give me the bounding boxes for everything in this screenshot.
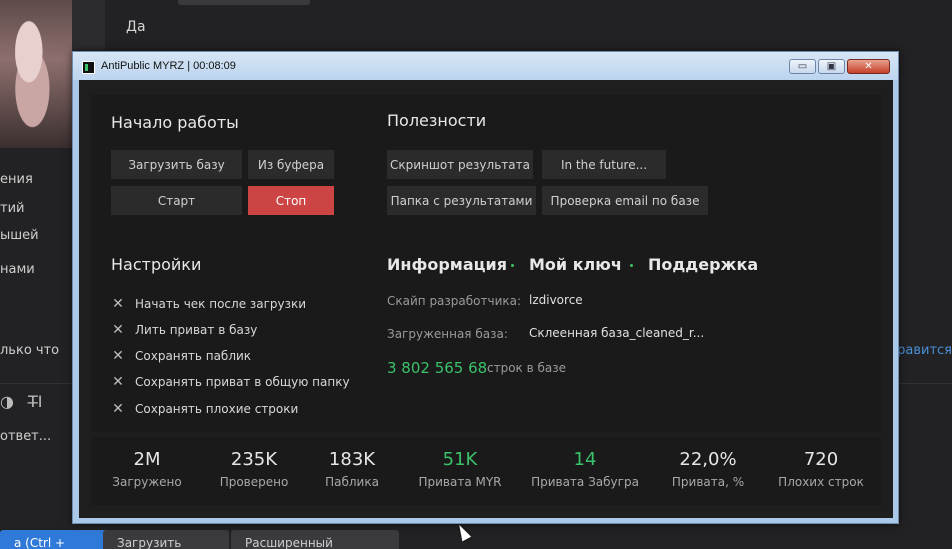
main-panel: Начало работы Загрузить базу Из буфера С…	[91, 95, 881, 432]
side-text-1[interactable]: ения	[0, 172, 33, 187]
forum-avatar	[0, 0, 72, 148]
option-private-to-base[interactable]: ✕ Лить приват в базу	[109, 322, 257, 338]
dev-skype-value: lzdivorce	[529, 293, 583, 307]
cross-icon: ✕	[112, 401, 124, 417]
stat-label: Паблика	[325, 475, 379, 489]
stat-bad-lines: 720 Плохих строк	[778, 449, 864, 489]
results-folder-button[interactable]: Папка с результатами	[387, 186, 536, 215]
stop-button[interactable]: Стоп	[248, 186, 334, 215]
tab-separator-dot	[630, 264, 633, 267]
cross-icon: ✕	[112, 348, 124, 364]
start-heading: Начало работы	[111, 113, 239, 132]
stats-bar: 2M Загружено 235K Проверено 183K Паблика 51…	[91, 437, 881, 505]
stat-loaded: 2M Загружено	[112, 449, 181, 489]
option-label: Сохранять приват в общую папку	[135, 375, 350, 389]
forum-top-bar	[178, 0, 310, 5]
stat-value: 235K	[230, 449, 278, 470]
option-start-check[interactable]: ✕ Начать чек после загрузки	[109, 296, 306, 312]
stat-checked: 235K Проверено	[220, 449, 289, 489]
side-text-3[interactable]: ышей	[0, 228, 39, 243]
option-label: Сохранять паблик	[135, 349, 252, 363]
load-base-button[interactable]: Загрузить базу	[111, 150, 242, 179]
from-clipboard-button[interactable]: Из буфера	[248, 150, 334, 179]
stat-public: 183K Паблика	[325, 449, 379, 489]
utils-heading: Полезности	[387, 111, 487, 130]
close-button[interactable]: ✕	[847, 59, 890, 74]
stat-label: Загружено	[112, 475, 182, 489]
reply-input[interactable]: ответ...	[0, 429, 51, 444]
dev-skype-label: Скайп разработчика:	[387, 294, 522, 308]
stat-value: 51K	[442, 449, 478, 470]
option-label: Лить приват в базу	[135, 323, 258, 337]
stat-value: 22,0%	[679, 449, 737, 470]
window-title: AntiPublic MYRZ | 00:08:09	[101, 60, 236, 72]
side-text-2[interactable]: тий	[0, 201, 24, 216]
recent-activity-text: лько что	[0, 343, 60, 358]
option-save-bad-lines[interactable]: ✕ Сохранять плохие строки	[109, 401, 298, 417]
start-button[interactable]: Старт	[111, 186, 242, 215]
option-label: Начать чек после загрузки	[135, 297, 307, 311]
minimize-button[interactable]: ▭	[789, 59, 816, 74]
mouse-cursor	[454, 522, 472, 542]
tab-info[interactable]: Информация	[387, 255, 507, 274]
text-format-icon[interactable]: T̶I	[28, 392, 43, 411]
upload-file-button[interactable]: Загрузить файл	[103, 530, 229, 549]
send-button[interactable]: а (Ctrl + Enter)	[0, 530, 110, 549]
window-controls: ▭ ▣ ✕	[789, 59, 890, 74]
window-titlebar[interactable]: AntiPublic MYRZ | 00:08:09 ▭ ▣ ✕	[73, 52, 898, 80]
like-link[interactable]: равится	[897, 343, 952, 358]
window-client: Начало работы Загрузить базу Из буфера С…	[79, 80, 893, 518]
stat-value: 720	[803, 449, 839, 470]
app-icon	[82, 61, 95, 74]
maximize-button[interactable]: ▣	[818, 59, 845, 74]
close-icon: ✕	[864, 61, 873, 72]
tab-separator-dot	[511, 264, 514, 267]
forum-message-text: Да	[126, 19, 146, 35]
side-text-4[interactable]: нами	[0, 262, 35, 277]
loaded-base-label: Загруженная база:	[387, 327, 508, 341]
stat-private-foreign: 14 Привата Забугра	[531, 449, 639, 489]
stat-label: Привата MYR	[418, 475, 502, 489]
cross-icon: ✕	[112, 322, 124, 338]
editor-toolbar: ◑ T̶I	[0, 392, 56, 411]
loaded-base-value: Склеенная база_cleaned_r...	[529, 326, 705, 340]
stat-label: Плохих строк	[778, 475, 864, 489]
stat-private-myr: 51K Привата MYR	[418, 449, 501, 489]
maximize-icon: ▣	[826, 61, 837, 72]
line-count: 3 802 565 68	[387, 359, 488, 377]
settings-heading: Настройки	[111, 255, 202, 274]
app-window: AntiPublic MYRZ | 00:08:09 ▭ ▣ ✕ Начало …	[72, 51, 899, 524]
line-count-suffix: строк в базе	[487, 361, 567, 375]
screenshot-button[interactable]: Скриншот результата	[387, 150, 533, 179]
stat-label: Привата, %	[671, 475, 745, 489]
minimize-icon: ▭	[797, 61, 808, 72]
extended-mode-button[interactable]: Расширенный режим...	[231, 530, 399, 549]
stat-label: Привата Забугра	[531, 475, 639, 489]
tab-support[interactable]: Поддержка	[648, 255, 758, 274]
contrast-icon[interactable]: ◑	[0, 392, 14, 411]
cross-icon: ✕	[112, 374, 124, 390]
stat-label: Проверено	[219, 475, 289, 489]
avatar-frame	[72, 0, 105, 50]
stat-value: 2M	[133, 449, 161, 470]
option-save-private-common[interactable]: ✕ Сохранять приват в общую папку	[109, 374, 350, 390]
stat-value: 14	[573, 449, 597, 470]
stat-value: 183K	[328, 449, 376, 470]
cross-icon: ✕	[112, 296, 124, 312]
option-save-public[interactable]: ✕ Сохранять паблик	[109, 348, 251, 364]
tab-my-key[interactable]: Мой ключ	[529, 255, 622, 274]
option-label: Сохранять плохие строки	[135, 402, 299, 416]
stat-private-percent: 22,0% Привата, %	[672, 449, 744, 489]
email-check-button[interactable]: Проверка email по базе	[542, 186, 708, 215]
future-button[interactable]: In the future...	[542, 150, 666, 179]
